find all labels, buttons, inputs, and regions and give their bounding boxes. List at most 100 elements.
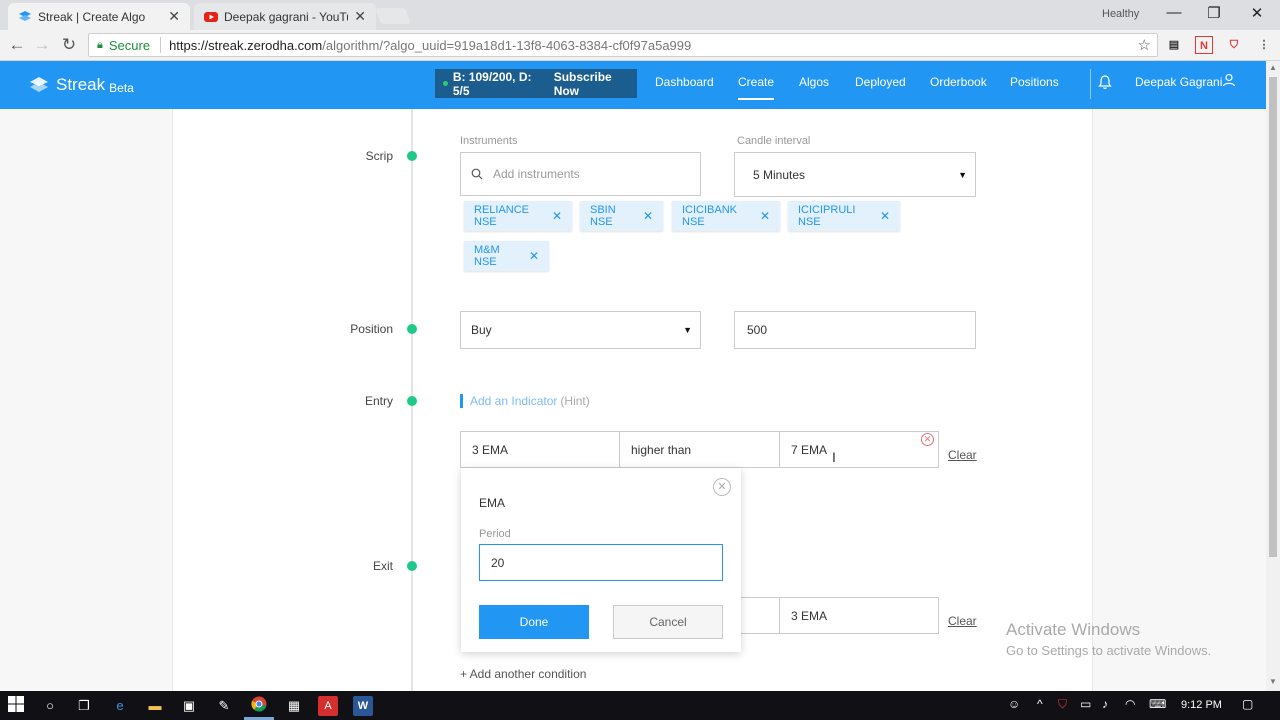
secure-label: Secure <box>108 37 151 53</box>
windows-start-icon[interactable] <box>6 696 26 716</box>
address-bar[interactable]: 🔒︎ Secure https://streak.zerodha.com/alg… <box>88 33 1158 57</box>
instruments-search-input[interactable]: Add instruments <box>460 152 701 196</box>
keyboard-icon[interactable]: ⌨ <box>1149 697 1166 711</box>
action-center-icon[interactable]: ▢ <box>1242 697 1253 711</box>
remove-chip-icon[interactable]: ✕ <box>643 209 653 223</box>
notification-bell-icon[interactable] <box>1098 75 1112 93</box>
position-side-select[interactable]: Buy ▼ <box>460 311 701 349</box>
remove-chip-icon[interactable]: ✕ <box>880 209 890 223</box>
entry-left-indicator[interactable]: 3 EMA <box>460 431 620 468</box>
antivirus-tray-icon[interactable]: ⛉ <box>1058 697 1067 712</box>
instrument-chip[interactable]: M&M NSE ✕ <box>464 241 549 271</box>
streak-logo[interactable]: Streak Beta <box>28 75 134 95</box>
step-dot-scrip <box>407 151 417 161</box>
instrument-chip[interactable]: SBIN NSE ✕ <box>580 201 663 231</box>
edge-icon[interactable]: e <box>110 696 130 716</box>
step-dot-position <box>407 324 417 334</box>
bookmark-star-icon[interactable]: ☆ <box>1138 36 1151 54</box>
entry-right-indicator[interactable]: 7 EMA <box>779 431 939 468</box>
scroll-thumb[interactable] <box>1269 77 1277 557</box>
tab-title: Streak | Create Algo <box>38 9 146 24</box>
reload-icon[interactable]: ↻ <box>58 35 80 55</box>
instruments-placeholder: Add instruments <box>493 167 580 181</box>
store-icon[interactable]: ▣ <box>179 696 199 716</box>
close-window-icon[interactable]: ✕ <box>1247 4 1267 22</box>
instrument-chip[interactable]: ICICIPRULI NSE ✕ <box>788 201 900 231</box>
exit-clear-link[interactable]: Clear <box>948 614 977 628</box>
scroll-up-icon[interactable]: ▲ <box>1266 63 1280 72</box>
tray-chevron-icon[interactable]: ^ <box>1037 697 1043 711</box>
remove-condition-icon[interactable]: ✕ <box>921 433 934 446</box>
nav-dashboard[interactable]: Dashboard <box>655 75 714 89</box>
instrument-chip[interactable]: RELIANCE NSE ✕ <box>464 201 572 231</box>
position-side-value: Buy <box>471 323 492 337</box>
calculator-icon[interactable]: ▦ <box>284 696 304 716</box>
divider <box>160 37 162 53</box>
volume-icon[interactable]: ♪ <box>1102 697 1108 711</box>
back-icon[interactable]: ← <box>6 35 28 55</box>
tab-youtube[interactable]: Deepak gagrani - YouTu ✕ <box>194 3 376 30</box>
hint-link[interactable]: (Hint) <box>560 394 589 408</box>
subscription-status[interactable]: B: 109/200, D: 5/5 Subscribe Now <box>435 69 637 98</box>
period-input[interactable] <box>479 544 723 581</box>
add-another-condition-link[interactable]: + Add another condition <box>460 667 586 681</box>
remove-chip-icon[interactable]: ✕ <box>552 209 562 223</box>
chip-label: SBIN NSE <box>590 204 616 228</box>
remove-chip-icon[interactable]: ✕ <box>529 249 539 263</box>
scroll-down-icon[interactable]: ▼ <box>1266 677 1280 686</box>
file-explorer-icon[interactable]: ▬ <box>145 696 165 716</box>
n-extension-icon[interactable]: N <box>1195 36 1213 54</box>
nav-algos[interactable]: Algos <box>799 75 829 89</box>
browser-tab-bar: Streak | Create Algo ✕ Deepak gagrani - … <box>0 0 1280 30</box>
entry-clear-link[interactable]: Clear <box>948 448 977 462</box>
restore-icon[interactable]: ❐ <box>1204 4 1224 22</box>
profile-label[interactable]: Healthy <box>1102 8 1139 20</box>
streak-favicon-icon <box>18 10 32 24</box>
nav-deployed[interactable]: Deployed <box>855 75 906 89</box>
subscribe-now-link[interactable]: Subscribe Now <box>554 70 637 98</box>
user-icon[interactable] <box>1222 73 1236 90</box>
battery-icon[interactable]: ▭ <box>1080 697 1091 711</box>
page-scrollbar[interactable]: ▲ ▼ <box>1266 61 1280 691</box>
remove-chip-icon[interactable]: ✕ <box>760 209 770 223</box>
shield-extension-icon[interactable]: ⛉ <box>1225 36 1243 54</box>
taskbar-clock[interactable]: 9:12 PM <box>1181 699 1222 711</box>
chrome-icon[interactable] <box>249 696 269 716</box>
word-icon[interactable]: W <box>353 696 373 716</box>
cancel-button[interactable]: Cancel <box>613 605 723 639</box>
search-icon <box>471 168 483 180</box>
tab-streak-create-algo[interactable]: Streak | Create Algo ✕ <box>8 3 190 30</box>
activate-windows-title: Activate Windows <box>1006 620 1141 639</box>
indicator-popup: ✕ EMA Period Done Cancel <box>461 468 741 652</box>
quantity-value: 500 <box>747 323 768 337</box>
done-button[interactable]: Done <box>479 605 589 639</box>
tab-close-icon[interactable]: ✕ <box>168 8 180 25</box>
quantity-input[interactable]: 500 <box>734 311 976 349</box>
cortana-icon[interactable]: ○ <box>40 696 60 716</box>
forward-icon[interactable]: → <box>31 35 53 55</box>
nav-create[interactable]: Create <box>738 75 775 100</box>
logo-beta: Beta <box>109 81 134 95</box>
nav-orderbook[interactable]: Orderbook <box>930 75 987 89</box>
tab-close-icon[interactable]: ✕ <box>354 8 366 25</box>
acrobat-icon[interactable]: A <box>318 696 338 716</box>
period-label: Period <box>479 528 511 540</box>
new-tab-button[interactable] <box>375 8 411 24</box>
app-icon[interactable]: ✎ <box>214 696 234 716</box>
wifi-icon[interactable]: ◠ <box>1125 697 1135 711</box>
people-icon[interactable]: ☺ <box>1008 697 1020 711</box>
chrome-menu-icon[interactable]: ⋮ <box>1255 36 1273 54</box>
entry-operator-select[interactable]: higher than <box>619 431 780 468</box>
add-indicator-link[interactable]: Add an Indicator (Hint) <box>460 394 590 408</box>
popup-close-icon[interactable]: ✕ <box>713 478 731 496</box>
exit-right-indicator[interactable]: 3 EMA <box>779 597 939 634</box>
minimize-icon[interactable]: — <box>1164 4 1184 21</box>
subscription-text: B: 109/200, D: 5/5 <box>452 69 532 98</box>
nav-positions[interactable]: Positions <box>1010 75 1059 89</box>
user-name[interactable]: Deepak Gagrani <box>1135 75 1222 89</box>
task-view-icon[interactable]: ❐ <box>74 696 94 716</box>
add-indicator-text[interactable]: Add an Indicator <box>470 394 557 408</box>
reader-extension-icon[interactable]: ▤ <box>1165 36 1183 54</box>
candle-interval-select[interactable]: 5 Minutes ▼ <box>734 152 976 197</box>
instrument-chip[interactable]: ICICIBANK NSE ✕ <box>672 201 780 231</box>
